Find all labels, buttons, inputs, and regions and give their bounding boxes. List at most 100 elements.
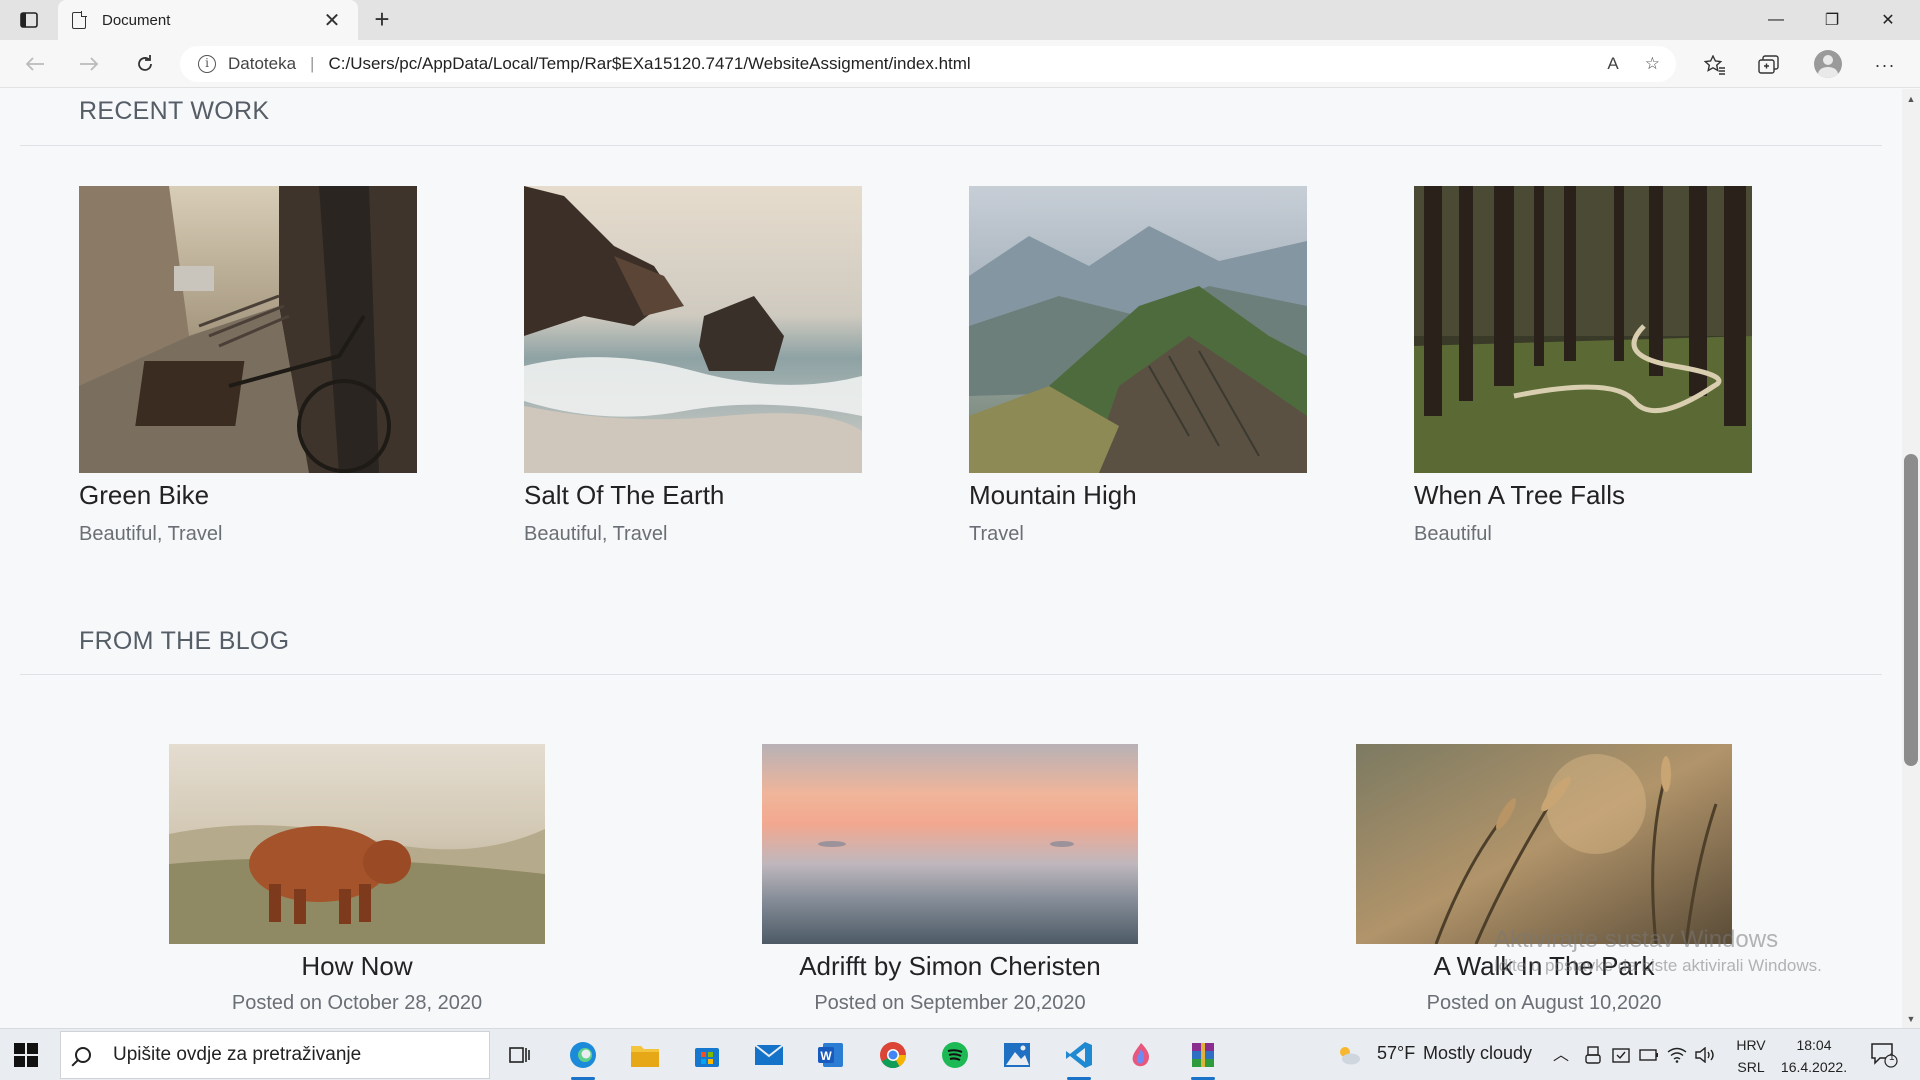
blog-title[interactable]: How Now <box>169 951 545 982</box>
favorites-icon[interactable] <box>1700 50 1730 80</box>
weather-icon[interactable] <box>1334 1035 1364 1075</box>
scroll-up-arrow[interactable]: ▲ <box>1904 92 1918 106</box>
work-tags: Travel <box>969 523 1024 545</box>
mail-icon[interactable] <box>749 1035 789 1075</box>
work-title[interactable]: Green Bike <box>79 480 417 511</box>
clock-time: 18:04 <box>1796 1037 1832 1053</box>
section-divider <box>20 674 1882 675</box>
work-card[interactable]: Green Bike Beautiful, Travel <box>79 186 417 546</box>
work-card[interactable]: Mountain High Travel <box>969 186 1307 546</box>
add-favorite-icon[interactable]: ☆ <box>1645 54 1660 74</box>
section-divider <box>20 145 1882 146</box>
back-arrow-icon <box>25 57 44 71</box>
clock-date: 16.4.2022. <box>1780 1059 1848 1075</box>
more-options-button[interactable]: ··· <box>1870 50 1900 80</box>
weather-condition[interactable]: Mostly cloudy <box>1423 1043 1532 1064</box>
watermark-subtitle: Idite u postavke da biste aktivirali Win… <box>1494 956 1822 975</box>
vscode-icon[interactable] <box>1059 1035 1099 1080</box>
security-icon[interactable] <box>1610 1035 1632 1075</box>
file-explorer-icon[interactable] <box>625 1035 665 1075</box>
street-bike-image[interactable] <box>79 186 417 473</box>
blog-card[interactable]: Adrifft by Simon Cheristen Posted on Sep… <box>762 744 1138 1015</box>
task-view-icon[interactable] <box>500 1035 540 1075</box>
minimize-button[interactable]: — <box>1748 0 1804 40</box>
search-placeholder: Upišite ovdje za pretraživanje <box>113 1044 362 1065</box>
windows-taskbar: Upišite ovdje za pretraživanje W 57°F Mo… <box>0 1028 1920 1080</box>
misty-sea-image[interactable] <box>762 744 1138 944</box>
close-window-button[interactable]: ✕ <box>1860 0 1916 40</box>
notification-center-icon[interactable]: 1 <box>1864 1035 1904 1075</box>
forward-arrow-icon <box>80 57 99 71</box>
notification-count: 1 <box>1889 1052 1895 1063</box>
address-bar[interactable]: i Datoteka | C:/Users/pc/AppData/Local/T… <box>180 46 1676 82</box>
refresh-icon <box>138 55 152 71</box>
work-title[interactable]: Mountain High <box>969 480 1307 511</box>
language-code: HRV <box>1736 1037 1766 1053</box>
work-tags: Beautiful, Travel <box>524 523 668 545</box>
usb-device-icon[interactable] <box>1582 1035 1604 1075</box>
browser-tab-bar: Document ✕ + — ❐ ✕ <box>0 0 1920 40</box>
work-card[interactable]: When A Tree Falls Beautiful <box>1414 186 1752 546</box>
keyboard-layout: SRL <box>1737 1059 1765 1075</box>
new-tab-button[interactable]: + <box>368 6 396 34</box>
refresh-button[interactable] <box>130 50 160 78</box>
windows-activation-watermark: Aktivirajte sustav Windows Idite u posta… <box>1494 926 1822 976</box>
tab-close-button[interactable]: ✕ <box>320 8 344 33</box>
search-icon <box>75 1047 91 1063</box>
tab-actions-icon[interactable] <box>16 8 42 32</box>
blog-title[interactable]: Adrifft by Simon Cheristen <box>762 951 1138 982</box>
url-text[interactable]: C:/Users/pc/AppData/Local/Temp/Rar$EXa15… <box>328 54 970 74</box>
scrollbar-thumb[interactable] <box>1904 454 1918 766</box>
word-icon[interactable]: W <box>811 1035 851 1075</box>
read-aloud-icon[interactable]: A <box>1607 54 1618 74</box>
chrome-icon[interactable] <box>873 1035 913 1075</box>
winrar-icon[interactable] <box>1183 1035 1223 1080</box>
work-title[interactable]: Salt Of The Earth <box>524 480 862 511</box>
photos-icon[interactable] <box>997 1035 1037 1075</box>
battery-icon[interactable] <box>1638 1035 1660 1075</box>
scroll-down-arrow[interactable]: ▼ <box>1904 1012 1918 1026</box>
tab-title: Document <box>102 11 171 29</box>
blog-date: Posted on October 28, 2020 <box>231 992 483 1014</box>
show-hidden-icons-chevron[interactable]: ︿ <box>1553 1041 1569 1065</box>
sea-rocks-image[interactable] <box>524 186 862 473</box>
weather-temperature[interactable]: 57°F <box>1377 1043 1415 1064</box>
forward-button[interactable] <box>74 50 104 78</box>
input-language[interactable]: HRV SRL <box>1733 1037 1769 1075</box>
forest-path-image[interactable] <box>1414 186 1752 473</box>
browser-tab[interactable]: Document ✕ <box>58 0 358 40</box>
blog-date: Posted on September 20,2020 <box>814 992 1086 1014</box>
volume-icon[interactable] <box>1694 1035 1716 1075</box>
blog-heading: FROM THE BLOG <box>79 627 290 655</box>
back-button[interactable] <box>20 50 50 78</box>
wifi-icon[interactable] <box>1666 1035 1688 1075</box>
url-actions: A ☆ <box>1607 46 1660 82</box>
recent-work-heading: RECENT WORK <box>79 97 270 125</box>
page-viewport: RECENT WORK Green Bike Beautiful, Travel <box>0 89 1902 1028</box>
url-separator: | <box>310 54 315 73</box>
profile-avatar[interactable] <box>1814 50 1842 78</box>
wheat-field-image[interactable] <box>1356 744 1732 945</box>
spotify-icon[interactable] <box>935 1035 975 1075</box>
clock[interactable]: 18:04 16.4.2022. <box>1778 1037 1850 1075</box>
blog-card[interactable]: How Now Posted on October 28, 2020 <box>169 744 545 1015</box>
highland-cow-image[interactable] <box>169 744 545 944</box>
watermark-title: Aktivirajte sustav Windows <box>1494 926 1779 953</box>
paint-app-icon[interactable] <box>1121 1035 1161 1075</box>
work-title[interactable]: When A Tree Falls <box>1414 480 1752 511</box>
browser-toolbar: i Datoteka | C:/Users/pc/AppData/Local/T… <box>0 40 1920 88</box>
mountain-image[interactable] <box>969 186 1307 473</box>
blog-date: Posted on August 10,2020 <box>1426 992 1662 1014</box>
taskbar-search[interactable]: Upišite ovdje za pretraživanje <box>60 1031 490 1079</box>
microsoft-store-icon[interactable] <box>687 1035 727 1075</box>
start-button[interactable] <box>14 1043 38 1067</box>
info-icon[interactable]: i <box>198 55 216 73</box>
restore-button[interactable]: ❐ <box>1804 0 1860 40</box>
work-tags: Beautiful, Travel <box>79 523 223 545</box>
edge-icon[interactable] <box>563 1035 603 1080</box>
document-icon <box>72 10 87 29</box>
collections-icon[interactable] <box>1754 50 1784 80</box>
url-prefix: Datoteka <box>228 54 297 73</box>
svg-text:W: W <box>820 1049 832 1063</box>
work-card[interactable]: Salt Of The Earth Beautiful, Travel <box>524 186 862 546</box>
